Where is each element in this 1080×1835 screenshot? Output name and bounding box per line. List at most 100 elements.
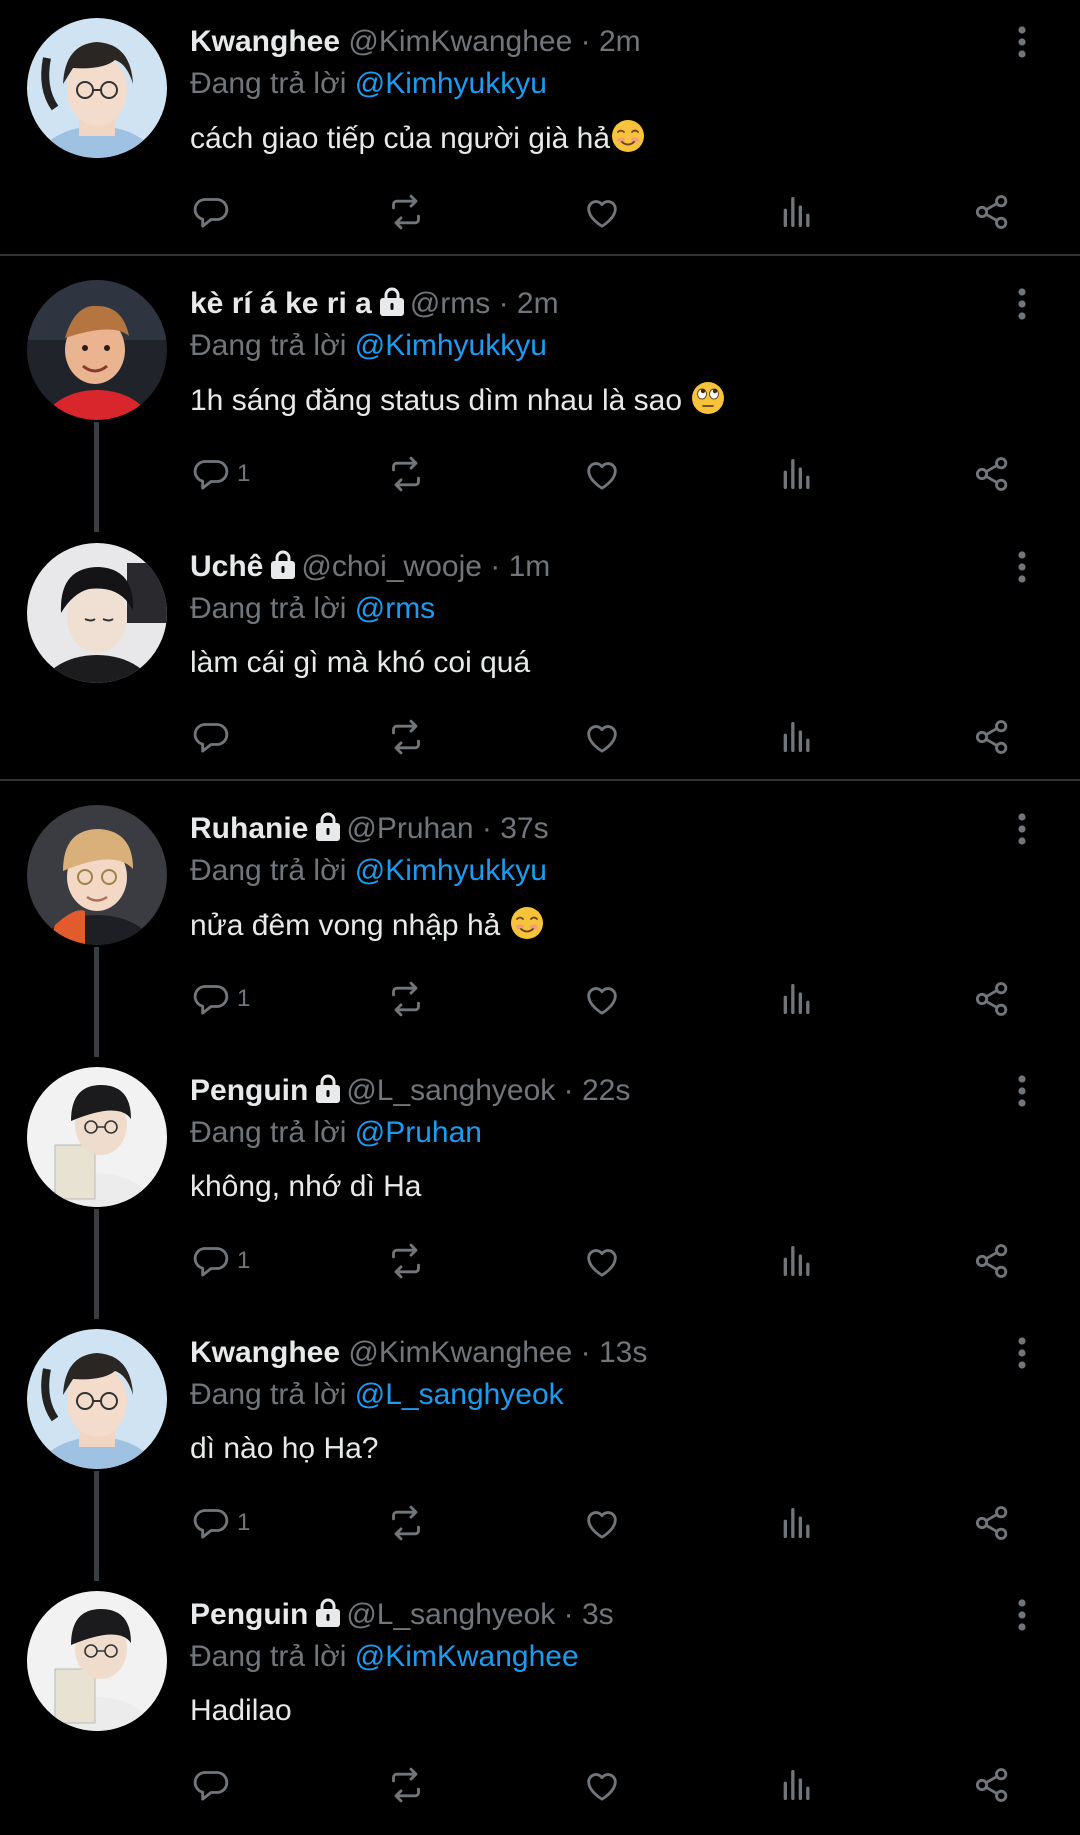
tweet[interactable]: kè rí á ke ri a @rms · 2m Đang trả lời @Ki… bbox=[0, 262, 1080, 532]
mention-link[interactable]: @Kimhyukkyu bbox=[355, 329, 547, 362]
tweet[interactable]: Uchê @choi_wooje · 1m Đang trả lời @rms làm… bbox=[0, 525, 1080, 787]
display-name[interactable]: Penguin bbox=[190, 1598, 308, 1631]
tweet[interactable]: Penguin @L_sanghyeok · 22s Đang trả lời @P… bbox=[0, 1049, 1080, 1319]
display-name[interactable]: Ruhanie bbox=[190, 812, 308, 845]
views-button[interactable] bbox=[777, 1239, 817, 1283]
username-handle[interactable]: @L_sanghyeok bbox=[346, 1598, 555, 1631]
reply-button[interactable]: 1 bbox=[191, 1501, 250, 1545]
display-name[interactable]: Kwanghee bbox=[190, 1336, 340, 1369]
more-options-icon[interactable] bbox=[1004, 284, 1040, 324]
time-separator: · bbox=[555, 1598, 582, 1631]
timestamp[interactable]: 2m bbox=[517, 287, 559, 320]
reply-button[interactable] bbox=[191, 715, 231, 759]
display-name[interactable]: Uchê bbox=[190, 550, 263, 583]
tweet[interactable]: Penguin @L_sanghyeok · 3s Đang trả lời @Ki… bbox=[0, 1573, 1080, 1835]
replying-to-label: Đang trả lời bbox=[190, 854, 347, 887]
reply-button[interactable] bbox=[191, 190, 231, 234]
mention-link[interactable]: @Kimhyukkyu bbox=[355, 854, 547, 887]
mention-link[interactable]: @L_sanghyeok bbox=[355, 1378, 564, 1411]
display-name[interactable]: Penguin bbox=[190, 1074, 308, 1107]
retweet-button[interactable] bbox=[386, 715, 426, 759]
action-bar bbox=[0, 1763, 1080, 1807]
display-name[interactable]: Kwanghee bbox=[190, 25, 340, 58]
like-button[interactable] bbox=[582, 715, 622, 759]
share-button[interactable] bbox=[972, 1239, 1012, 1283]
share-button[interactable] bbox=[972, 1763, 1012, 1807]
reply-button[interactable]: 1 bbox=[191, 452, 250, 496]
rms-avatar bbox=[27, 280, 167, 420]
views-button[interactable] bbox=[777, 715, 817, 759]
username-handle[interactable]: @Pruhan bbox=[346, 812, 473, 845]
retweet-button[interactable] bbox=[386, 1501, 426, 1545]
avatar[interactable] bbox=[27, 1591, 167, 1731]
views-button[interactable] bbox=[777, 1763, 817, 1807]
timestamp[interactable]: 13s bbox=[599, 1336, 647, 1369]
share-button[interactable] bbox=[972, 452, 1012, 496]
mention-link[interactable]: @Pruhan bbox=[355, 1116, 482, 1149]
replying-to-label: Đang trả lời bbox=[190, 1378, 347, 1411]
heart-icon bbox=[582, 1503, 622, 1543]
mention-link[interactable]: @Kimhyukkyu bbox=[355, 67, 547, 100]
like-button[interactable] bbox=[582, 190, 622, 234]
retweet-button[interactable] bbox=[386, 1763, 426, 1807]
avatar[interactable] bbox=[27, 280, 167, 420]
avatar[interactable] bbox=[27, 1067, 167, 1207]
views-button[interactable] bbox=[777, 452, 817, 496]
mention-link[interactable]: @KimKwanghee bbox=[355, 1640, 579, 1673]
share-button[interactable] bbox=[972, 715, 1012, 759]
avatar[interactable] bbox=[27, 18, 167, 158]
timestamp[interactable]: 22s bbox=[582, 1074, 630, 1107]
more-options-icon[interactable] bbox=[1004, 1595, 1040, 1635]
timestamp[interactable]: 2m bbox=[599, 25, 641, 58]
retweet-button[interactable] bbox=[386, 977, 426, 1021]
timestamp[interactable]: 1m bbox=[509, 550, 551, 583]
like-button[interactable] bbox=[582, 977, 622, 1021]
username-handle[interactable]: @choi_wooje bbox=[301, 550, 482, 583]
views-chart-icon bbox=[777, 979, 817, 1019]
reply-button[interactable] bbox=[191, 1763, 231, 1807]
replying-to-label: Đang trả lời bbox=[190, 329, 347, 362]
like-button[interactable] bbox=[582, 1239, 622, 1283]
reply-feed: Kwanghee @KimKwanghee · 2m Đang trả lời @… bbox=[0, 0, 1080, 1817]
like-button[interactable] bbox=[582, 1763, 622, 1807]
more-options-icon[interactable] bbox=[1004, 1071, 1040, 1111]
reply-button[interactable]: 1 bbox=[191, 1239, 250, 1283]
share-button[interactable] bbox=[972, 190, 1012, 234]
tweet-text-content: cách giao tiếp của người già hả bbox=[190, 122, 611, 155]
avatar[interactable] bbox=[27, 805, 167, 945]
tweet-text-content: Hadilao bbox=[190, 1694, 292, 1727]
more-options-icon[interactable] bbox=[1004, 809, 1040, 849]
more-options-icon[interactable] bbox=[1004, 1333, 1040, 1373]
like-button[interactable] bbox=[582, 452, 622, 496]
views-button[interactable] bbox=[777, 1501, 817, 1545]
display-name[interactable]: kè rí á ke ri a bbox=[190, 287, 372, 320]
username-handle[interactable]: @rms bbox=[410, 287, 490, 320]
retweet-button[interactable] bbox=[386, 1239, 426, 1283]
more-options-icon[interactable] bbox=[1004, 22, 1040, 62]
tweet[interactable]: Ruhanie @Pruhan · 37s Đang trả lời @Kimhyu… bbox=[0, 787, 1080, 1057]
time-separator: · bbox=[490, 287, 517, 320]
mention-link[interactable]: @rms bbox=[355, 592, 435, 625]
avatar[interactable] bbox=[27, 1329, 167, 1469]
timestamp[interactable]: 3s bbox=[582, 1598, 614, 1631]
retweet-button[interactable] bbox=[386, 190, 426, 234]
more-options-icon[interactable] bbox=[1004, 547, 1040, 587]
tweet-divider bbox=[0, 254, 1080, 256]
username-handle[interactable]: @KimKwanghee bbox=[348, 1336, 572, 1369]
tweet[interactable]: Kwanghee @KimKwanghee · 13s Đang trả lời … bbox=[0, 1311, 1080, 1581]
replying-to-line: Đang trả lời @L_sanghyeok bbox=[190, 1375, 564, 1415]
like-button[interactable] bbox=[582, 1501, 622, 1545]
views-button[interactable] bbox=[777, 190, 817, 234]
username-handle[interactable]: @L_sanghyeok bbox=[346, 1074, 555, 1107]
reply-button[interactable]: 1 bbox=[191, 977, 250, 1021]
username-handle[interactable]: @KimKwanghee bbox=[348, 25, 572, 58]
retweet-button[interactable] bbox=[386, 452, 426, 496]
tweet[interactable]: Kwanghee @KimKwanghee · 2m Đang trả lời @… bbox=[0, 0, 1080, 262]
heart-icon bbox=[582, 979, 622, 1019]
timestamp[interactable]: 37s bbox=[500, 812, 548, 845]
smiling-face-icon bbox=[610, 118, 646, 154]
views-button[interactable] bbox=[777, 977, 817, 1021]
share-button[interactable] bbox=[972, 977, 1012, 1021]
share-button[interactable] bbox=[972, 1501, 1012, 1545]
avatar[interactable] bbox=[27, 543, 167, 683]
